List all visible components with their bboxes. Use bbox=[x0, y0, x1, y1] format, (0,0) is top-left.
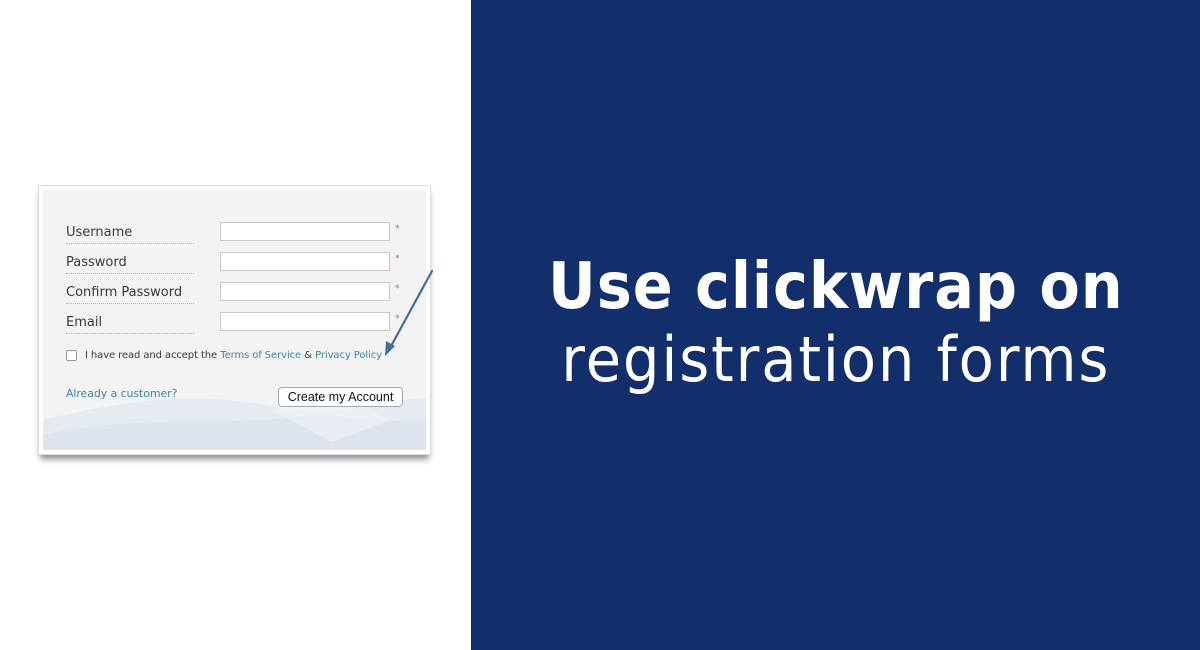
left-panel: Username * Password * Confirm Password *… bbox=[0, 0, 471, 650]
required-marker: * bbox=[395, 254, 400, 264]
terms-separator: & bbox=[304, 349, 312, 361]
headline-panel: Use clickwrap on registration forms bbox=[471, 0, 1200, 650]
terms-checkbox[interactable] bbox=[66, 349, 77, 361]
headline-line-2: registration forms bbox=[561, 323, 1110, 397]
terms-of-service-link[interactable]: Terms of Service bbox=[220, 350, 301, 361]
headline-line-1: Use clickwrap on bbox=[547, 249, 1124, 324]
create-account-button[interactable]: Create my Account bbox=[278, 387, 403, 407]
username-row: Username * bbox=[66, 222, 400, 244]
username-label: Username bbox=[66, 223, 194, 244]
required-marker: * bbox=[395, 224, 400, 234]
email-input[interactable] bbox=[220, 312, 390, 331]
already-customer-link[interactable]: Already a customer? bbox=[66, 387, 177, 400]
arrow-icon bbox=[385, 269, 434, 356]
password-label: Password bbox=[66, 253, 194, 274]
confirm-password-input[interactable] bbox=[220, 282, 390, 301]
registration-form-screenshot: Username * Password * Confirm Password *… bbox=[38, 185, 431, 455]
registration-form: Username * Password * Confirm Password *… bbox=[43, 190, 426, 450]
email-label: Email bbox=[66, 313, 194, 334]
privacy-policy-link[interactable]: Privacy Policy bbox=[315, 350, 382, 361]
email-row: Email * bbox=[66, 312, 400, 334]
confirm-password-label: Confirm Password bbox=[66, 283, 194, 304]
terms-agreement: I have read and accept the Terms of Serv… bbox=[66, 347, 382, 363]
username-input[interactable] bbox=[220, 222, 390, 241]
terms-prefix: I have read and accept the bbox=[85, 349, 218, 361]
password-row: Password * bbox=[66, 252, 400, 274]
headline: Use clickwrap on registration forms bbox=[523, 249, 1149, 397]
confirm-password-row: Confirm Password * bbox=[66, 282, 400, 304]
password-input[interactable] bbox=[220, 252, 390, 271]
